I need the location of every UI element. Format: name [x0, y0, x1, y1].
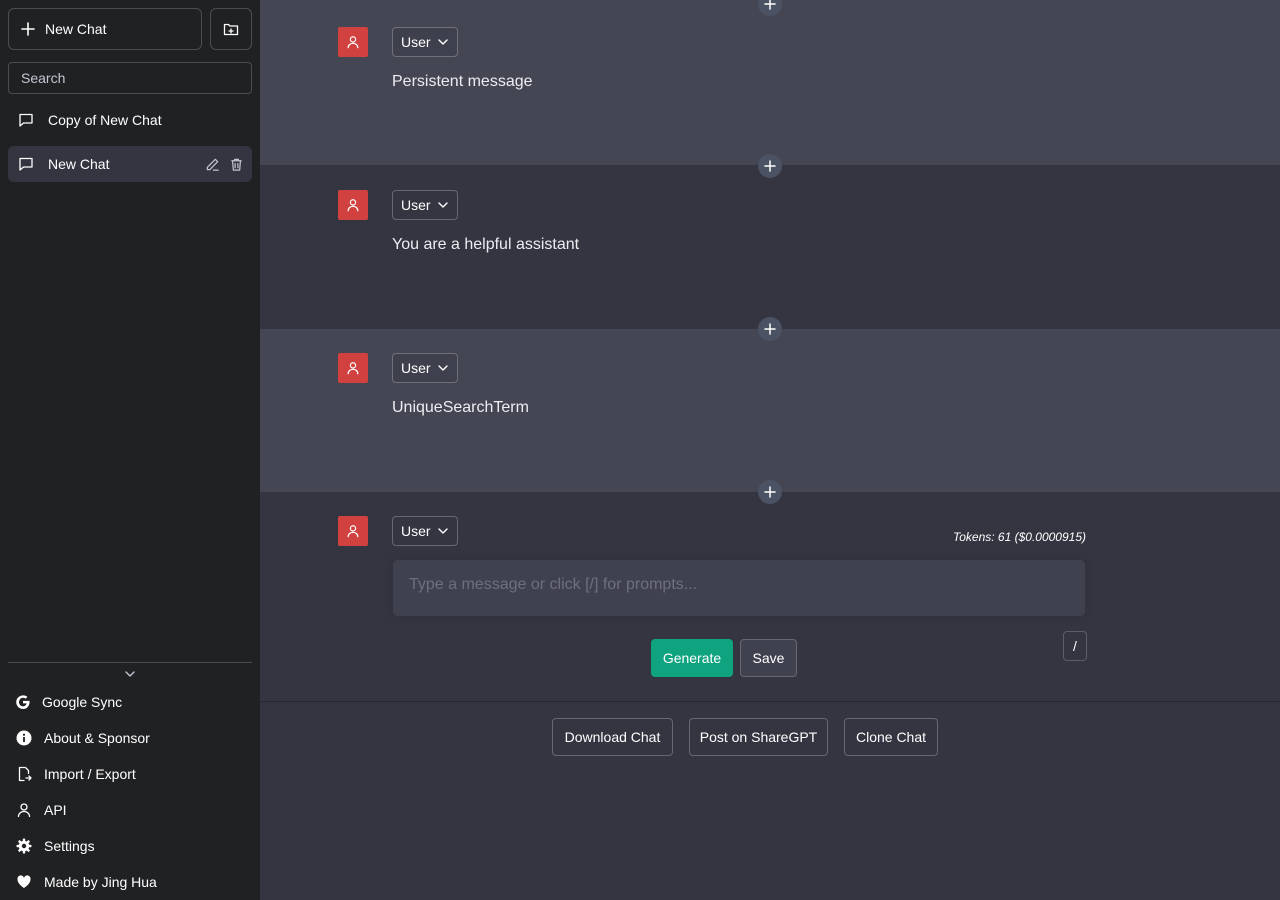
google-icon	[16, 695, 30, 709]
chevron-down-icon	[437, 36, 449, 48]
user-avatar	[338, 353, 368, 383]
post-sharegpt-button[interactable]: Post on ShareGPT	[689, 718, 828, 756]
chat-main: User Persistent message User You are a h…	[260, 0, 1280, 900]
menu-item-label: Import / Export	[44, 766, 136, 782]
menu-item-label: Settings	[44, 838, 95, 854]
menu-item-api[interactable]: API	[16, 798, 67, 822]
plus-icon	[764, 323, 776, 335]
generate-button[interactable]: Generate	[651, 639, 733, 677]
role-select[interactable]: User	[392, 190, 458, 220]
plus-icon	[21, 22, 35, 36]
new-folder-button[interactable]	[210, 8, 252, 50]
role-label: User	[401, 360, 431, 376]
chat-item-new-chat[interactable]: New Chat	[8, 146, 252, 182]
menu-item-label: API	[44, 802, 67, 818]
menu-item-made-by[interactable]: Made by Jing Hua	[16, 870, 157, 894]
edit-icon[interactable]	[205, 157, 220, 172]
menu-item-import-export[interactable]: Import / Export	[16, 762, 136, 786]
new-chat-label: New Chat	[45, 21, 107, 37]
sidebar-divider	[8, 662, 252, 663]
menu-item-settings[interactable]: Settings	[16, 834, 95, 858]
heart-icon	[16, 874, 32, 890]
insert-message-button[interactable]	[758, 317, 782, 341]
plus-icon	[764, 486, 776, 498]
chat-item-title: New Chat	[48, 156, 110, 172]
user-avatar	[338, 516, 368, 546]
role-label: User	[401, 523, 431, 539]
person-icon	[16, 802, 32, 818]
new-chat-button[interactable]: New Chat	[8, 8, 202, 50]
chevron-down-icon[interactable]	[122, 667, 138, 681]
message-content[interactable]: You are a helpful assistant	[392, 236, 579, 254]
message-content[interactable]: Persistent message	[392, 73, 533, 91]
footer-divider	[260, 701, 1280, 702]
chat-item-title: Copy of New Chat	[48, 112, 162, 128]
chat-bubble-icon	[18, 156, 34, 172]
role-label: User	[401, 34, 431, 50]
sidebar: New Chat Copy of New Chat New Chat	[0, 0, 260, 900]
prompt-library-button[interactable]: /	[1063, 631, 1087, 661]
role-select[interactable]: User	[392, 27, 458, 57]
chevron-down-icon	[437, 199, 449, 211]
menu-item-label: Google Sync	[42, 694, 123, 710]
role-select[interactable]: User	[392, 353, 458, 383]
user-avatar	[338, 27, 368, 57]
chevron-down-icon	[437, 525, 449, 537]
search-input[interactable]	[8, 62, 252, 94]
folder-plus-icon	[223, 21, 239, 37]
chevron-down-icon	[437, 362, 449, 374]
message-block: User You are a helpful assistant	[260, 165, 1280, 329]
insert-message-button[interactable]	[758, 480, 782, 504]
role-select[interactable]: User	[392, 516, 458, 546]
token-count: Tokens: 61 ($0.0000915)	[953, 530, 1086, 544]
chat-item-copy-of-new-chat[interactable]: Copy of New Chat	[8, 102, 252, 138]
user-avatar	[338, 190, 368, 220]
menu-item-label: Made by Jing Hua	[44, 874, 157, 890]
menu-item-about-sponsor[interactable]: About & Sponsor	[16, 726, 150, 750]
message-content[interactable]: UniqueSearchTerm	[392, 399, 529, 417]
plus-icon	[764, 0, 776, 10]
menu-item-label: About & Sponsor	[44, 730, 150, 746]
role-label: User	[401, 197, 431, 213]
gear-icon	[16, 838, 32, 854]
chat-bubble-icon	[18, 112, 34, 128]
message-block: User UniqueSearchTerm	[260, 329, 1280, 492]
insert-message-button[interactable]	[758, 154, 782, 178]
message-block: User Persistent message	[260, 0, 1280, 165]
menu-item-google-sync[interactable]: Google Sync	[16, 690, 122, 714]
info-icon	[16, 730, 32, 746]
download-chat-button[interactable]: Download Chat	[552, 718, 673, 756]
trash-icon[interactable]	[229, 157, 244, 172]
import-export-icon	[16, 766, 32, 782]
plus-icon	[764, 160, 776, 172]
save-button[interactable]: Save	[740, 639, 797, 677]
clone-chat-button[interactable]: Clone Chat	[844, 718, 938, 756]
message-input[interactable]	[392, 559, 1086, 617]
